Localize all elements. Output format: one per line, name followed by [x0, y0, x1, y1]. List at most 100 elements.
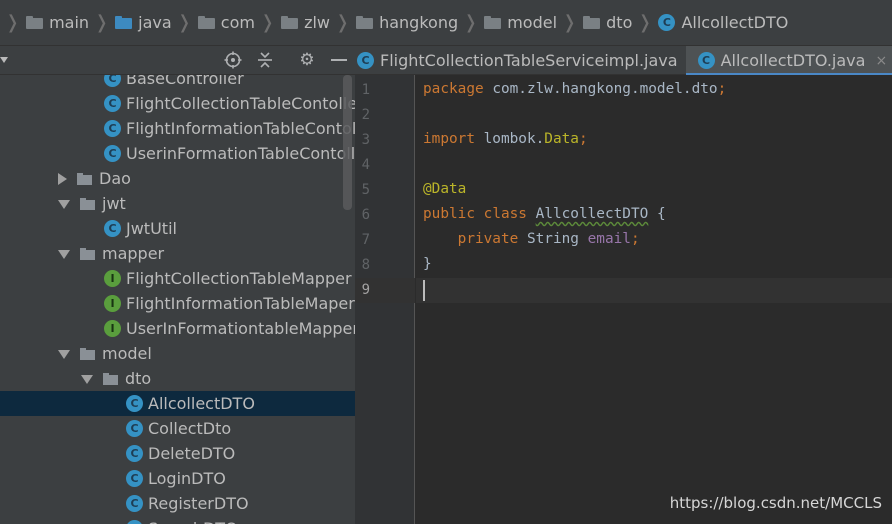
close-icon[interactable]: × — [875, 53, 887, 69]
tree-item[interactable]: I UserInFormationtableMapper — [0, 316, 355, 341]
interface-icon: I — [104, 320, 121, 337]
breadcrumb-item-com[interactable]: ❭ com — [172, 0, 255, 45]
tree-item[interactable]: C DeleteDTO — [0, 441, 355, 466]
tree-item-label: SearchDTO — [148, 519, 238, 524]
tree-item-label: mapper — [102, 244, 165, 263]
tree-item[interactable]: dto — [0, 366, 355, 391]
class-icon: C — [126, 420, 143, 437]
tree-item-label: UserInFormationtableMapper — [126, 319, 355, 338]
view-dropdown-icon[interactable] — [0, 57, 8, 63]
breadcrumb-separator: ❭ — [176, 12, 192, 33]
breadcrumb-item-dto[interactable]: ❭ dto — [557, 0, 632, 45]
expand-arrow-icon[interactable] — [58, 200, 70, 209]
breadcrumb-separator: ❭ — [94, 12, 110, 33]
tab-label: FlightCollectionTableServiceimpl.java — [380, 51, 678, 70]
tab-allcollectdto[interactable]: C AllcollectDTO.java × — [685, 46, 892, 76]
tree-item[interactable]: C JwtUtil — [0, 216, 355, 241]
class-icon: C — [658, 14, 676, 31]
tab-flightcollectiontableserviceimpl[interactable]: C FlightCollectionTableServiceimpl.java — [355, 46, 686, 75]
tree-item-label: jwt — [102, 194, 126, 213]
tree-item[interactable]: model — [0, 341, 355, 366]
tree-item[interactable]: I FlightInformationTableMaper — [0, 291, 355, 316]
package-icon — [80, 247, 95, 260]
tree-item[interactable]: C SearchDTO — [0, 516, 355, 524]
tree-item[interactable]: C FlightCollectionTableContoller — [0, 91, 355, 116]
navigation-breadcrumb: ❭ main ❭ java ❭ com ❭ zlw ❭ hangkong ❭ m… — [0, 0, 892, 46]
class-icon: C — [697, 52, 715, 69]
class-icon: C — [126, 495, 143, 512]
tree-item[interactable]: C LoginDTO — [0, 466, 355, 491]
vertical-scrollbar[interactable] — [343, 75, 352, 210]
tree-item-label: DeleteDTO — [148, 444, 236, 463]
package-icon — [80, 197, 95, 210]
breadcrumb-label: AllcollectDTO — [681, 13, 789, 32]
code-token: package — [423, 81, 484, 97]
breadcrumb-item-model[interactable]: ❭ model — [458, 0, 557, 45]
breadcrumb-separator: ❭ — [463, 12, 479, 33]
tree-item[interactable]: Dao — [0, 166, 355, 191]
expand-arrow-icon[interactable] — [81, 375, 93, 384]
breadcrumb-item-java[interactable]: ❭ java — [89, 0, 172, 45]
line-number: 3 — [361, 132, 370, 148]
expand-arrow-icon[interactable] — [58, 350, 70, 359]
locate-file-icon[interactable] — [223, 50, 243, 70]
breadcrumb-separator: ❭ — [5, 12, 21, 33]
tree-item[interactable]: C FlightInformationTableContoller — [0, 116, 355, 141]
hide-panel-icon[interactable] — [329, 50, 349, 70]
code-token: String — [518, 231, 588, 247]
tree-item[interactable]: mapper — [0, 241, 355, 266]
code-token: @Data — [423, 181, 467, 197]
breadcrumb-item-main[interactable]: ❭ main — [0, 0, 89, 45]
breadcrumb-separator: ❭ — [562, 12, 578, 33]
code-line: @Data — [423, 181, 466, 197]
tree-item-label: model — [102, 344, 152, 363]
package-icon — [197, 16, 215, 29]
code-editor[interactable]: package com.zlw.hangkong.model.dto; impor… — [416, 75, 892, 524]
class-icon: C — [104, 220, 121, 237]
expand-arrow-icon[interactable] — [58, 250, 70, 259]
package-icon — [77, 172, 92, 185]
breadcrumb-item-allcollectdto[interactable]: ❭ C AllcollectDTO — [632, 0, 788, 45]
class-icon: C — [126, 395, 143, 412]
tree-item[interactable]: jwt — [0, 191, 355, 216]
tree-item-label: dto — [125, 369, 152, 388]
tree-item-label: FlightInformationTableContoller — [126, 119, 355, 138]
tree-item-label: Dao — [99, 169, 131, 188]
code-token: Data — [544, 131, 579, 147]
tree-item[interactable]: C UserinFormationTableContoller — [0, 141, 355, 166]
code-line: } — [423, 256, 432, 272]
collapse-arrow-icon[interactable] — [58, 172, 67, 185]
tree-item[interactable]: I FlightCollectionTableMapper — [0, 266, 355, 291]
breadcrumb-label: dto — [606, 13, 633, 32]
tree-item-label: FlightCollectionTableContoller — [126, 94, 355, 113]
tree-item[interactable]: C BaseController — [0, 75, 355, 91]
breadcrumb-label: hangkong — [379, 13, 459, 32]
project-tree: C BaseController C FlightCollectionTableCon… — [0, 75, 355, 524]
breadcrumb-separator: ❭ — [259, 12, 276, 33]
tree-item[interactable]: C RegisterDTO — [0, 491, 355, 516]
gear-icon[interactable]: ⚙ — [297, 50, 317, 70]
code-line: import lombok.Data; — [423, 131, 588, 147]
code-token: ; — [630, 231, 640, 247]
line-number: 9 — [361, 282, 370, 298]
package-icon — [356, 16, 374, 29]
collapse-all-icon[interactable] — [255, 50, 275, 70]
current-line-highlight — [416, 278, 892, 303]
tree-item-label: RegisterDTO — [148, 494, 249, 513]
code-token: ; — [717, 81, 727, 97]
breadcrumb-label: zlw — [304, 13, 330, 32]
line-number: 1 — [361, 82, 370, 98]
tree-item[interactable]: C CollectDto — [0, 416, 355, 441]
breadcrumb-separator: ❭ — [335, 12, 351, 33]
tree-item-label: AllcollectDTO — [148, 394, 255, 413]
tree-item-label: UserinFormationTableContoller — [126, 144, 355, 163]
class-icon: C — [357, 52, 374, 69]
breadcrumb-item-hangkong[interactable]: ❭ hangkong — [330, 0, 458, 45]
tree-item[interactable]: C AllcollectDTO — [0, 391, 355, 416]
code-token: public — [423, 206, 475, 222]
breadcrumb-label: main — [49, 13, 90, 32]
breadcrumb-item-zlw[interactable]: ❭ zlw — [255, 0, 330, 45]
package-icon — [80, 347, 95, 360]
